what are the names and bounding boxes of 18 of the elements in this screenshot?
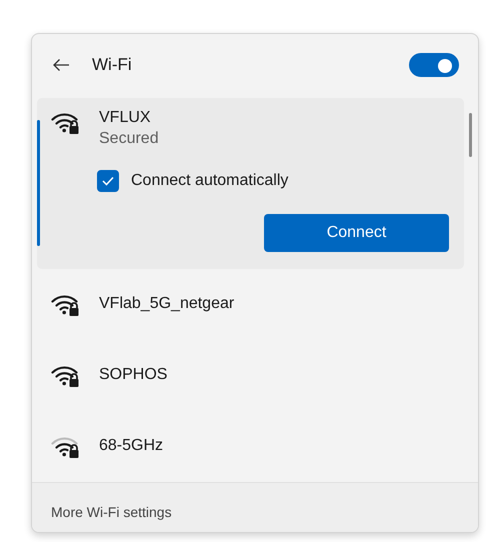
checkbox-label: Connect automatically (131, 172, 288, 190)
checkbox[interactable] (97, 170, 119, 192)
back-arrow-icon[interactable] (52, 58, 70, 72)
network-name: SOPHOS (99, 365, 168, 385)
network-item[interactable]: SOPHOS (37, 340, 464, 411)
network-item[interactable]: VFlab_5G_netgear (37, 269, 464, 340)
wifi-toggle[interactable] (409, 53, 459, 77)
network-name: VFLUX (99, 108, 152, 128)
settings-link[interactable]: More Wi-Fi settings (51, 504, 172, 520)
network-name: VFlab_5G_netgear (99, 294, 234, 314)
network-name: 68-5GHz (99, 436, 164, 456)
connect-button[interactable]: Connect (264, 214, 449, 252)
scrollbar[interactable] (469, 113, 472, 157)
network-item[interactable]: 68-5GHz (37, 411, 464, 482)
check-icon (102, 176, 114, 186)
network-item[interactable]: VFLUX Secured Connect automatically Connect (37, 98, 464, 269)
network-status: Secured (99, 129, 159, 149)
panel-title: Wi-Fi (92, 55, 133, 75)
